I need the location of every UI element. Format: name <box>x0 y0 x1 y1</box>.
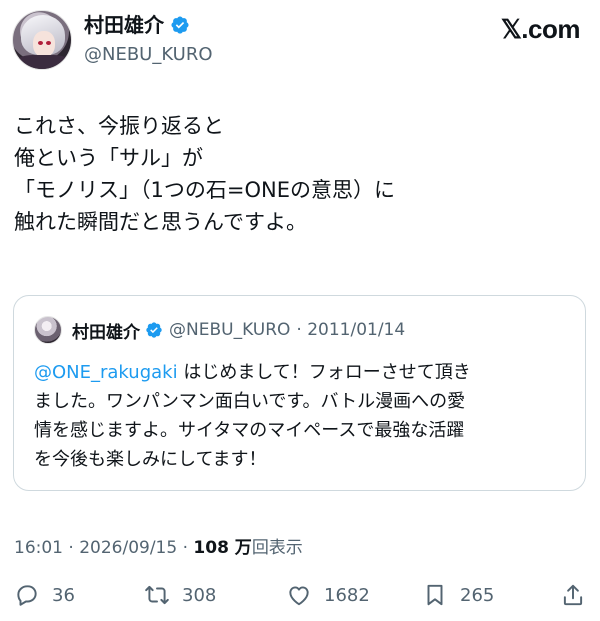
tweet-line: 俺という「サル」が <box>14 146 203 170</box>
like-count: 1682 <box>324 584 370 606</box>
mention-link[interactable]: @ONE_rakugaki <box>34 362 178 383</box>
quoted-line: ました。ワンパンマン面白いです。バトル漫画への愛 <box>34 391 466 412</box>
avatar[interactable] <box>12 10 72 70</box>
like-button[interactable]: 1682 <box>286 578 370 612</box>
view-count-label: 回表示 <box>251 538 303 558</box>
bookmark-icon <box>427 584 443 606</box>
verified-badge-icon <box>146 322 162 338</box>
quoted-tweet-text: @ONE_rakugaki はじめまして！フォローさせて頂き ました。ワンパンマ… <box>34 358 574 474</box>
retweet-icon <box>145 585 169 605</box>
tweet-line: これさ、今振り返ると <box>14 114 224 138</box>
retweet-button[interactable]: 308 <box>144 578 216 612</box>
timestamp[interactable]: 16:01 · 2026/09/15 · <box>14 538 193 558</box>
quoted-line: @ONE_rakugaki はじめまして！フォローさせて頂き <box>34 358 574 387</box>
retweet-count: 308 <box>182 584 217 606</box>
share-button[interactable] <box>560 578 586 612</box>
quoted-line-text: はじめまして！フォローさせて頂き <box>177 362 471 383</box>
quoted-line: 情を感じますよ。サイタマのマイペースで最強な活躍 <box>34 420 465 441</box>
action-bar: 36 308 1682 265 <box>14 578 590 612</box>
author-display-name[interactable]: 村田雄介 <box>84 12 164 38</box>
quoted-display-name: 村田雄介 <box>72 322 140 343</box>
bookmark-button[interactable]: 265 <box>422 578 494 612</box>
quoted-avatar <box>34 316 62 344</box>
share-icon <box>563 584 583 606</box>
heart-icon <box>289 586 309 606</box>
tweet-line: 触れた瞬間だと思うんですよ。 <box>14 210 307 234</box>
tweet-header: 村田雄介 @NEBU_KURO 𝕏.com <box>12 10 588 72</box>
bookmark-count: 265 <box>460 584 495 606</box>
reply-icon <box>17 585 37 606</box>
tweet-meta: 16:01 · 2026/09/15 · 108 万回表示 <box>14 533 303 558</box>
reply-button[interactable]: 36 <box>14 578 75 612</box>
author-name-row[interactable]: 村田雄介 <box>84 12 213 38</box>
view-count: 108 万 <box>193 538 252 558</box>
tweet-line: 「モノリス」（1つの石=ONEの意思）に <box>14 178 395 202</box>
quoted-date: · 2011/01/14 <box>296 320 406 340</box>
quoted-line: を今後も楽しみにしてます！ <box>34 449 267 470</box>
quoted-tweet-header: 村田雄介 @NEBU_KURO · 2011/01/14 <box>34 316 405 344</box>
reply-count: 36 <box>52 584 75 606</box>
author-info: 村田雄介 @NEBU_KURO <box>84 12 213 68</box>
quoted-handle: @NEBU_KURO <box>169 320 291 340</box>
verified-badge-icon <box>171 16 189 34</box>
quoted-tweet[interactable]: 村田雄介 @NEBU_KURO · 2011/01/14 @ONE_rakuga… <box>13 295 586 491</box>
author-handle[interactable]: @NEBU_KURO <box>84 42 213 68</box>
x-logo: 𝕏.com <box>500 14 581 44</box>
tweet-text: これさ、今振り返ると 俺という「サル」が 「モノリス」（1つの石=ONEの意思）… <box>14 110 584 238</box>
